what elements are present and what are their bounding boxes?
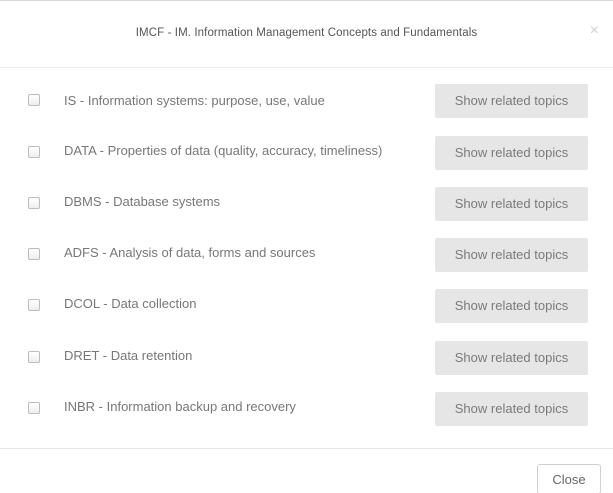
topic-checkbox[interactable] xyxy=(28,146,40,158)
topic-checkbox[interactable] xyxy=(28,94,40,106)
close-button[interactable]: Close xyxy=(537,464,601,493)
topic-label: INBR - Information backup and recovery xyxy=(64,399,296,414)
topic-label: DCOL - Data collection xyxy=(64,296,197,311)
modal-header: IMCF - IM. Information Management Concep… xyxy=(0,0,613,68)
show-related-topics-button[interactable]: Show related topics xyxy=(435,84,588,118)
topic-row: DATA - Properties of data (quality, accu… xyxy=(0,132,613,172)
topic-row: INBR - Information backup and recovery S… xyxy=(0,388,613,428)
topic-checkbox[interactable] xyxy=(28,351,40,363)
show-related-topics-button[interactable]: Show related topics xyxy=(435,392,588,426)
topic-label: DBMS - Database systems xyxy=(64,194,221,209)
topic-checkbox[interactable] xyxy=(28,299,40,311)
topic-row: DCOL - Data collection Show related topi… xyxy=(0,285,613,325)
topic-label: IS - Information systems: purpose, use, … xyxy=(64,93,325,108)
show-related-topics-button[interactable]: Show related topics xyxy=(435,136,588,170)
modal-footer: Close xyxy=(0,448,613,493)
show-related-topics-button[interactable]: Show related topics xyxy=(435,289,588,323)
topic-row: ADFS - Analysis of data, forms and sourc… xyxy=(0,234,613,274)
topic-row: DRET - Data retention Show related topic… xyxy=(0,337,613,377)
topic-checkbox[interactable] xyxy=(28,197,40,209)
topic-label: DRET - Data retention xyxy=(64,348,193,363)
modal-dialog: IMCF - IM. Information Management Concep… xyxy=(0,0,613,493)
topic-checkbox[interactable] xyxy=(28,248,40,260)
show-related-topics-button[interactable]: Show related topics xyxy=(435,341,588,375)
modal-title: IMCF - IM. Information Management Concep… xyxy=(135,27,478,39)
show-related-topics-button[interactable]: Show related topics xyxy=(435,238,588,272)
topic-label: DATA - Properties of data (quality, accu… xyxy=(64,143,383,158)
topic-checkbox[interactable] xyxy=(28,402,40,414)
close-icon[interactable]: × xyxy=(590,23,599,39)
topic-row: IS - Information systems: purpose, use, … xyxy=(0,80,613,120)
topic-label: ADFS - Analysis of data, forms and sourc… xyxy=(64,245,316,260)
show-related-topics-button[interactable]: Show related topics xyxy=(435,187,588,221)
topic-row: DBMS - Database systems Show related top… xyxy=(0,183,613,223)
